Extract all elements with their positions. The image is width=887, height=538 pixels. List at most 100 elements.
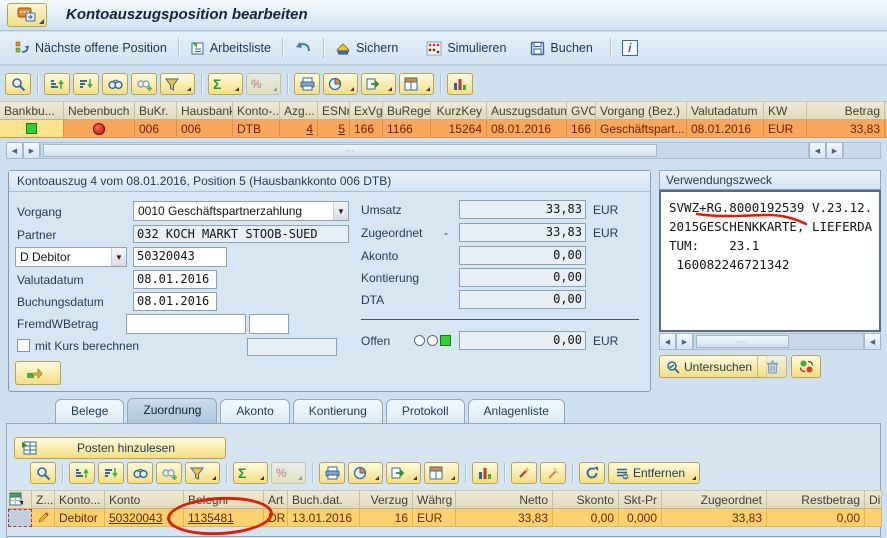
column-header[interactable]: Belegnr [184, 490, 264, 509]
scroll-track[interactable]: ∙∙∙ [40, 142, 809, 159]
cell-belegnr-link[interactable]: 1135481 [184, 509, 264, 527]
column-header[interactable]: KW [764, 101, 807, 120]
sort-asc-button[interactable] [44, 73, 70, 95]
scroll-thumb[interactable]: ∙∙∙ [43, 144, 657, 157]
column-header[interactable]: Valutadatum [687, 101, 764, 120]
column-header[interactable]: Skt-Pr [619, 490, 662, 509]
row-select-cell[interactable] [8, 509, 32, 527]
sort-asc-button[interactable] [69, 462, 95, 484]
inspect-button[interactable]: Untersuchen [659, 355, 767, 378]
select-all-header-cell[interactable] [8, 490, 32, 509]
scroll-left-button[interactable]: ◀ [864, 333, 881, 350]
scroll-track[interactable] [843, 142, 881, 159]
scroll-left-button[interactable]: ◀ [6, 142, 23, 159]
column-header[interactable]: ExVg [350, 101, 383, 120]
chart-button[interactable] [447, 73, 473, 95]
print-button[interactable] [294, 73, 320, 95]
statement-row[interactable]: 006 006 DTB 4 5 166 1166 15264 08.01.201… [0, 120, 887, 138]
layout-button[interactable] [424, 462, 459, 484]
cell-buchdat[interactable]: 13.01.2016 [288, 509, 360, 527]
calc-with-rate-checkbox[interactable] [17, 339, 30, 352]
post-button[interactable]: Buchen [523, 39, 599, 58]
cell-verzug[interactable]: 16 [360, 509, 413, 527]
buchungsdatum-input[interactable]: 08.01.2016 [133, 292, 217, 311]
cell-exvg[interactable]: 166 [350, 120, 383, 138]
cell-azg-link[interactable]: 4 [280, 120, 318, 138]
search-icon-button[interactable] [30, 462, 56, 484]
column-header[interactable]: BuRegel [383, 101, 431, 120]
column-header[interactable]: ESNr [318, 101, 350, 120]
window-menu-button[interactable] [7, 3, 47, 27]
column-header[interactable]: Z... [32, 490, 55, 509]
tab-anlagenliste[interactable]: Anlagenliste [468, 399, 565, 424]
tab-akonto[interactable]: Akonto [220, 399, 289, 424]
bank-status-cell[interactable] [0, 120, 64, 138]
cell-diff[interactable] [865, 509, 882, 527]
filter-button[interactable] [185, 462, 220, 484]
column-header[interactable]: Konto-... [233, 101, 280, 120]
column-header[interactable]: Skonto [553, 490, 619, 509]
column-header[interactable]: Vorgang (Bez.) [596, 101, 687, 120]
column-header[interactable]: Verzug [360, 490, 413, 509]
tab-kontierung[interactable]: Kontierung [293, 399, 383, 424]
search-icon-button[interactable] [5, 73, 31, 95]
cell-vorgang[interactable]: Geschäftspart... [596, 120, 687, 138]
cell-netto[interactable]: 33,83 [456, 509, 553, 527]
column-header[interactable]: Restbetrag [767, 490, 865, 509]
chevron-down-icon[interactable]: ▼ [333, 202, 348, 220]
column-header[interactable]: Konto [105, 490, 184, 509]
cell-bukr[interactable]: 006 [135, 120, 177, 138]
cell-sktpr[interactable]: 0,000 [619, 509, 662, 527]
cell-konto[interactable]: DTB [233, 120, 280, 138]
sum-button[interactable]: Σ [208, 73, 243, 95]
column-header[interactable]: KurzKey [431, 101, 487, 120]
chart-button[interactable] [472, 462, 498, 484]
cell-skonto[interactable]: 0,00 [553, 509, 619, 527]
subtotal-button[interactable]: % [271, 462, 306, 484]
sum-button[interactable]: Σ [233, 462, 268, 484]
find-next-button[interactable] [156, 462, 182, 484]
column-header[interactable]: BuKr. [135, 101, 177, 120]
cell-zugeordnet[interactable]: 33,83 [662, 509, 767, 527]
find-button[interactable] [102, 73, 128, 95]
cell-kw[interactable]: EUR [764, 120, 807, 138]
chevron-down-icon[interactable]: ▼ [111, 248, 126, 266]
valutadatum-input[interactable]: 08.01.2016 [133, 270, 217, 289]
edit-wand-button[interactable] [511, 462, 537, 484]
cell-auszugsdatum[interactable]: 08.01.2016 [487, 120, 567, 138]
cell-kontoart[interactable]: Debitor [55, 509, 105, 527]
column-header[interactable]: Konto... [55, 490, 105, 509]
mass-edit-wand-button[interactable] [540, 462, 566, 484]
cell-restbetrag[interactable]: 0,00 [767, 509, 865, 527]
save-button[interactable]: Sichern [328, 39, 405, 58]
tab-zuordnung[interactable]: Zuordnung [127, 398, 217, 424]
cell-gvc[interactable]: 166 [567, 120, 596, 138]
column-header[interactable]: Bankbu... [0, 101, 64, 120]
delete-note-button[interactable] [757, 355, 787, 378]
column-header[interactable]: Nebenbuch [64, 101, 135, 120]
cell-art[interactable]: DR [264, 509, 288, 527]
cell-valutadatum[interactable]: 08.01.2016 [687, 120, 764, 138]
vorgang-select[interactable]: 0010 Geschäftspartnerzahlung ▼ [133, 201, 349, 221]
continue-button[interactable] [15, 361, 61, 385]
column-header[interactable]: Hausbank [177, 101, 233, 120]
cell-hausbank[interactable]: 006 [177, 120, 233, 138]
edit-status-cell[interactable] [32, 509, 55, 527]
filter-button[interactable] [160, 73, 195, 95]
column-header[interactable]: DiffB [865, 490, 882, 509]
column-header[interactable]: Buch.dat. [288, 490, 360, 509]
find-next-button[interactable] [131, 73, 157, 95]
info-button[interactable]: i [615, 38, 645, 58]
column-header[interactable]: Art [264, 490, 288, 509]
undo-button[interactable] [287, 39, 319, 58]
foreign-amount-input[interactable] [126, 314, 246, 334]
scroll-right-button[interactable]: ▶ [826, 142, 843, 159]
column-header[interactable]: Netto [456, 490, 553, 509]
sort-desc-button[interactable] [73, 73, 99, 95]
scroll-left-button[interactable]: ◀ [659, 333, 676, 350]
worklist-button[interactable]: Arbeitsliste [183, 39, 278, 58]
cell-betrag[interactable]: 33,83 [807, 120, 885, 138]
subtotal-button[interactable]: % [246, 73, 281, 95]
find-button[interactable] [127, 462, 153, 484]
simulate-button[interactable]: Simulieren [419, 39, 513, 58]
